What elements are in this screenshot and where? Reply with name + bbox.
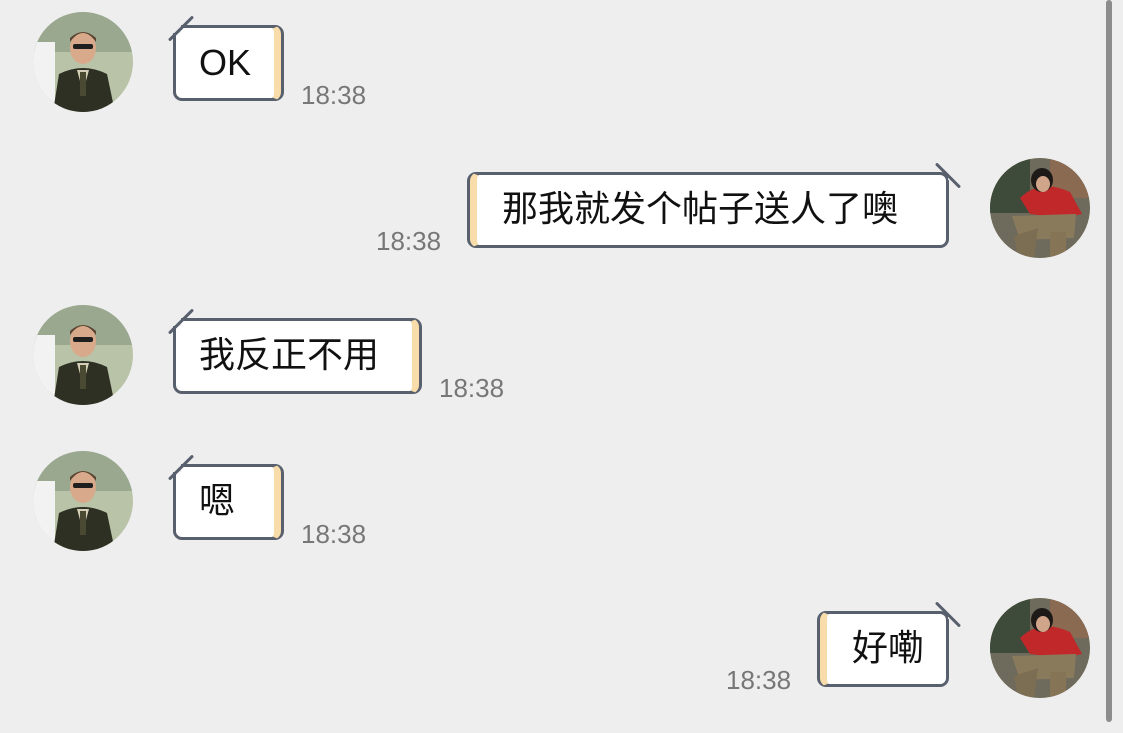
contact-avatar[interactable] (33, 305, 133, 405)
self-avatar[interactable] (990, 598, 1090, 698)
message-text: 好嘞 (852, 628, 925, 669)
message-bubble[interactable]: 那我就发个帖子送人了噢 (470, 162, 962, 248)
message-timestamp: 18:38 (301, 519, 367, 549)
message-timestamp: 18:38 (439, 373, 505, 403)
message-bubble[interactable]: 好嘞 (820, 601, 962, 687)
message-text: 我反正不用 (199, 335, 380, 376)
message-bubble[interactable]: OK (167, 15, 281, 101)
self-avatar[interactable] (990, 158, 1090, 258)
message-bubble[interactable]: 我反正不用 (167, 308, 419, 394)
contact-avatar[interactable] (33, 12, 133, 112)
message-bubble[interactable]: 嗯 (167, 454, 281, 540)
message-text: 那我就发个帖子送人了噢 (502, 189, 899, 230)
message-text: 嗯 (199, 481, 236, 522)
message-timestamp: 18:38 (726, 665, 792, 695)
contact-avatar[interactable] (33, 451, 133, 551)
chat-message-list[interactable]: OK 18:38 18:38 那我就发个帖子送人了噢 我反正不用 18:38 嗯… (0, 0, 1123, 733)
scrollbar[interactable] (1106, 0, 1112, 722)
message-timestamp: 18:38 (376, 226, 442, 256)
message-text: OK (199, 42, 252, 83)
message-timestamp: 18:38 (301, 80, 367, 110)
